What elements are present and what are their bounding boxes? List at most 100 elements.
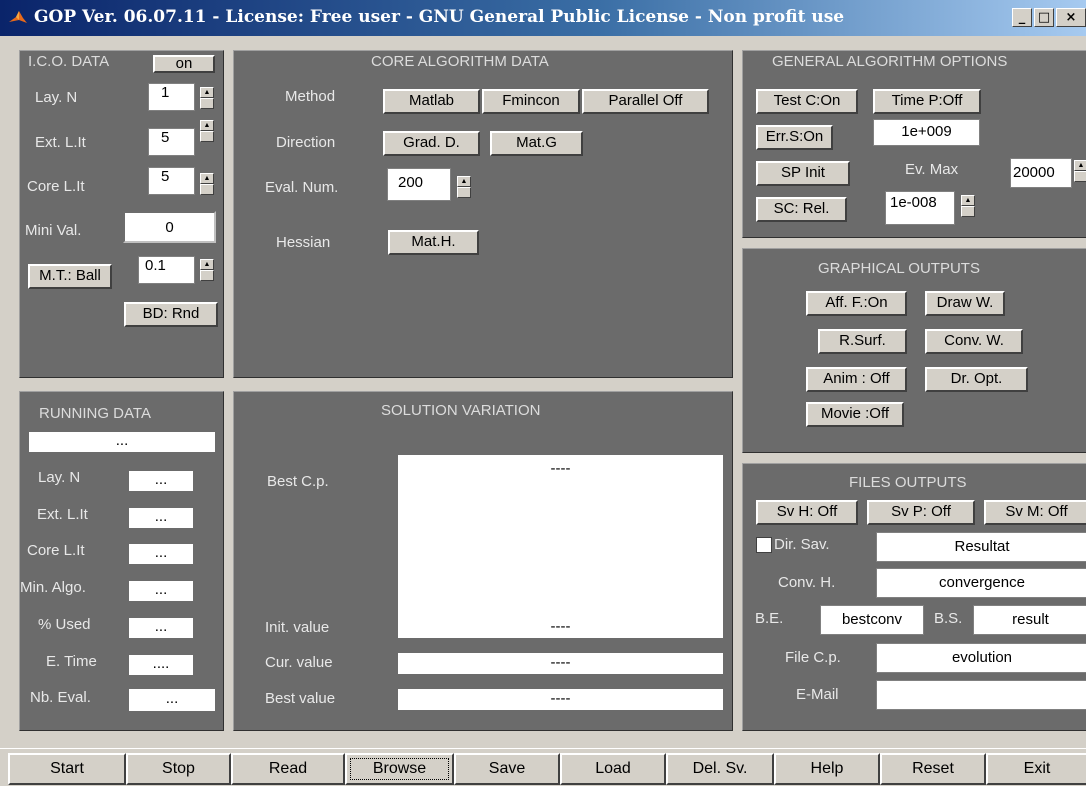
- down-arrow-icon[interactable]: [457, 187, 471, 198]
- solution-variation-panel: SOLUTION VARIATION Best C.p. ---- Init. …: [233, 391, 733, 731]
- lay-n-input[interactable]: 1: [148, 83, 195, 111]
- eval-num-label: Eval. Num.: [265, 179, 339, 196]
- ext-lit-label: Ext. L.It: [35, 134, 86, 151]
- be-input[interactable]: bestconv: [820, 605, 924, 635]
- run-min-algo-value: ...: [129, 581, 193, 601]
- conv-h-input[interactable]: convergence: [876, 568, 1086, 598]
- up-arrow-icon[interactable]: ▲: [1074, 160, 1086, 171]
- run-nb-eval-label: Nb. Eval.: [30, 689, 91, 706]
- running-data-panel: RUNNING DATA ... Lay. N ... Ext. L.It ..…: [19, 391, 224, 731]
- conv-w-button[interactable]: Conv. W.: [925, 329, 1023, 354]
- run-e-time-label: E. Time: [46, 653, 97, 670]
- ext-lit-stepper[interactable]: ▲: [200, 120, 214, 142]
- direction-grad-button[interactable]: Grad. D.: [383, 131, 480, 156]
- sv-h-button[interactable]: Sv H: Off: [756, 500, 858, 525]
- ext-lit-input[interactable]: 5: [148, 128, 195, 156]
- ico-toggle-button[interactable]: on: [153, 55, 215, 73]
- sc-rel-value[interactable]: 1e-008: [885, 191, 955, 225]
- up-arrow-icon[interactable]: ▲: [200, 87, 214, 98]
- movie-button[interactable]: Movie :Off: [806, 402, 904, 427]
- down-arrow-icon[interactable]: [200, 98, 214, 109]
- eval-num-input[interactable]: 200: [387, 168, 451, 201]
- err-s-button[interactable]: Err.S:On: [756, 125, 833, 150]
- mini-val-input[interactable]: 0: [123, 211, 216, 243]
- mt-ball-button[interactable]: M.T.: Ball: [28, 264, 112, 289]
- r-surf-button[interactable]: R.Surf.: [818, 329, 907, 354]
- anim-button[interactable]: Anim : Off: [806, 367, 907, 392]
- ico-panel-title: I.C.O. DATA: [28, 53, 110, 70]
- file-cp-input[interactable]: evolution: [876, 643, 1086, 673]
- sc-rel-stepper[interactable]: ▲: [961, 195, 975, 217]
- sv-p-button[interactable]: Sv P: Off: [867, 500, 975, 525]
- dr-opt-button[interactable]: Dr. Opt.: [925, 367, 1028, 392]
- close-button[interactable]: ×: [1056, 8, 1086, 27]
- down-arrow-icon[interactable]: [200, 270, 214, 281]
- method-fmincon-button[interactable]: Fmincon: [482, 89, 580, 114]
- stop-button[interactable]: Stop: [126, 753, 231, 785]
- draw-w-button[interactable]: Draw W.: [925, 291, 1005, 316]
- ev-max-input[interactable]: 20000: [1010, 158, 1072, 188]
- minimize-button[interactable]: _: [1012, 8, 1032, 27]
- file-cp-label: File C.p.: [785, 649, 841, 666]
- up-arrow-icon[interactable]: ▲: [961, 195, 975, 206]
- init-value-display: ----: [398, 617, 723, 638]
- exit-button[interactable]: Exit: [986, 753, 1086, 785]
- run-min-algo-label: Min. Algo.: [20, 579, 86, 596]
- start-button[interactable]: Start: [8, 753, 126, 785]
- up-arrow-icon[interactable]: ▲: [200, 120, 214, 131]
- bs-input[interactable]: result: [973, 605, 1086, 635]
- sp-init-button[interactable]: SP Init: [756, 161, 850, 186]
- time-p-button[interactable]: Time P:Off: [873, 89, 981, 114]
- graphical-outputs-panel: GRAPHICAL OUTPUTS Aff. F.:On Draw W. R.S…: [742, 248, 1086, 453]
- mt-value-stepper[interactable]: ▲: [200, 259, 214, 281]
- parallel-off-button[interactable]: Parallel Off: [582, 89, 709, 114]
- reset-button[interactable]: Reset: [880, 753, 986, 785]
- down-arrow-icon[interactable]: [200, 131, 214, 142]
- browse-button[interactable]: Browse: [345, 753, 454, 785]
- dir-sav-checkbox[interactable]: [756, 537, 772, 553]
- del-sv-button[interactable]: Del. Sv.: [666, 753, 774, 785]
- core-algorithm-panel: CORE ALGORITHM DATA Method Matlab Fminco…: [233, 50, 733, 378]
- mt-value-input[interactable]: 0.1: [138, 256, 195, 284]
- sv-m-button[interactable]: Sv M: Off: [984, 500, 1086, 525]
- email-label: E-Mail: [796, 686, 839, 703]
- bd-rnd-button[interactable]: BD: Rnd: [124, 302, 218, 327]
- email-input[interactable]: [876, 680, 1086, 710]
- up-arrow-icon[interactable]: ▲: [200, 259, 214, 270]
- run-core-lit-value: ...: [129, 544, 193, 564]
- up-arrow-icon[interactable]: ▲: [200, 173, 214, 184]
- down-arrow-icon[interactable]: [200, 184, 214, 195]
- core-panel-title: CORE ALGORITHM DATA: [371, 53, 549, 70]
- aff-f-button[interactable]: Aff. F.:On: [806, 291, 907, 316]
- ev-max-stepper[interactable]: ▲: [1074, 160, 1086, 182]
- eval-num-stepper[interactable]: ▲: [457, 176, 471, 198]
- down-arrow-icon[interactable]: [1074, 171, 1086, 182]
- run-nb-eval-value: ...: [129, 689, 215, 711]
- load-button[interactable]: Load: [560, 753, 666, 785]
- general-panel-title: GENERAL ALGORITHM OPTIONS: [772, 53, 1008, 70]
- method-matlab-button[interactable]: Matlab: [383, 89, 480, 114]
- core-lit-stepper[interactable]: ▲: [200, 173, 214, 195]
- run-core-lit-label: Core L.It: [27, 542, 85, 559]
- bs-label: B.S.: [934, 610, 963, 627]
- help-button[interactable]: Help: [774, 753, 880, 785]
- hessian-math-button[interactable]: Mat.H.: [388, 230, 479, 255]
- err-s-value[interactable]: 1e+009: [873, 119, 980, 146]
- test-c-button[interactable]: Test C:On: [756, 89, 858, 114]
- lay-n-stepper[interactable]: ▲: [200, 87, 214, 109]
- run-ext-lit-value: ...: [129, 508, 193, 528]
- dir-sav-input[interactable]: Resultat: [876, 532, 1086, 562]
- direction-label: Direction: [276, 134, 336, 151]
- sc-rel-button[interactable]: SC: Rel.: [756, 197, 847, 222]
- read-button[interactable]: Read: [231, 753, 345, 785]
- direction-matg-button[interactable]: Mat.G: [490, 131, 583, 156]
- conv-h-label: Conv. H.: [778, 574, 836, 591]
- maximize-button[interactable]: □: [1034, 8, 1054, 27]
- save-button[interactable]: Save: [454, 753, 560, 785]
- mini-val-label: Mini Val.: [25, 222, 82, 239]
- ico-data-panel: I.C.O. DATA on Lay. N 1 ▲ Ext. L.It 5 ▲ …: [19, 50, 224, 378]
- core-lit-input[interactable]: 5: [148, 167, 195, 195]
- run-lay-n-value: ...: [129, 471, 193, 491]
- up-arrow-icon[interactable]: ▲: [457, 176, 471, 187]
- down-arrow-icon[interactable]: [961, 206, 975, 217]
